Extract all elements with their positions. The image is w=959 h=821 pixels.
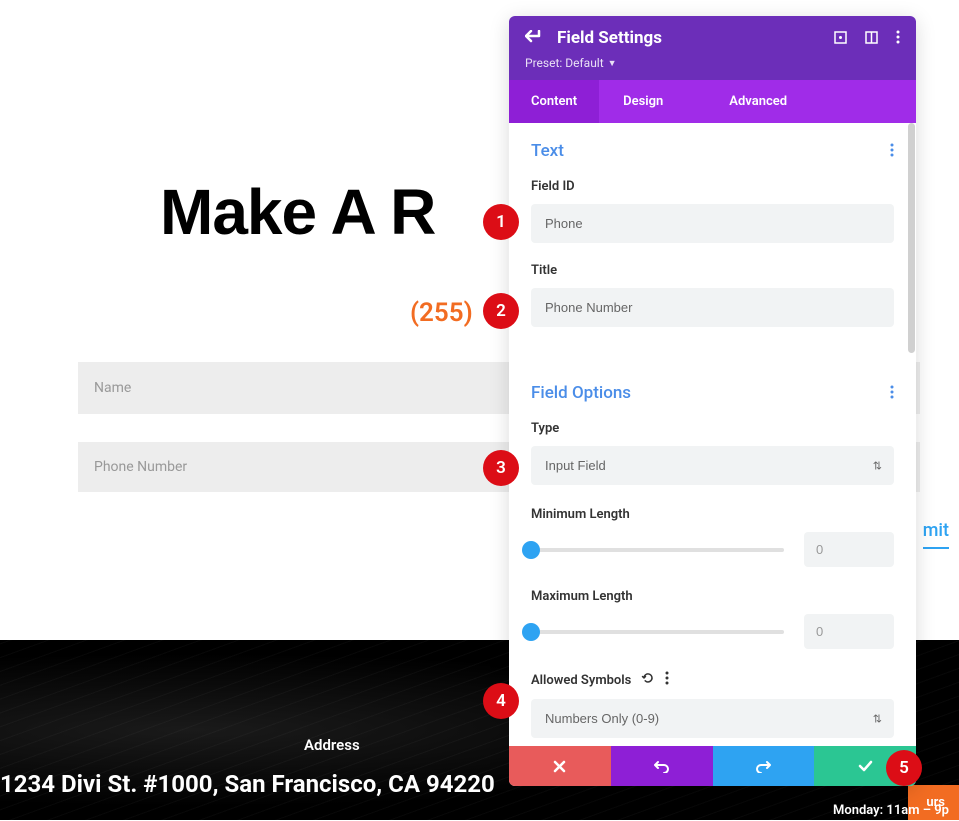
more-icon[interactable]: [896, 29, 900, 48]
panel-title: Field Settings: [557, 28, 820, 48]
max-length-value[interactable]: [804, 614, 894, 649]
section-field-options: Field Options Type ⇅ Minimum Length Maxi…: [509, 361, 916, 746]
panel-footer: [509, 746, 916, 786]
reset-icon[interactable]: [641, 671, 655, 689]
field-id-input[interactable]: [531, 204, 894, 243]
type-label: Type: [531, 421, 894, 436]
tab-advanced[interactable]: Advanced: [705, 80, 811, 123]
scrollbar[interactable]: [908, 123, 915, 353]
undo-button[interactable]: [611, 746, 713, 786]
title-label: Title: [531, 263, 894, 278]
section-text: Text Field ID Title: [509, 123, 916, 361]
address-label: Address: [304, 736, 360, 754]
panel-tabs: Content Design Advanced: [509, 80, 916, 123]
annotation-1: 1: [483, 204, 519, 240]
allowed-symbols-label: Allowed Symbols: [531, 673, 631, 688]
preset-selector[interactable]: Preset: Default ▼: [525, 56, 900, 70]
tab-design[interactable]: Design: [599, 80, 687, 123]
section-more-icon-2[interactable]: [890, 384, 894, 403]
phone-placeholder: Phone Number: [94, 459, 187, 475]
back-icon[interactable]: [525, 29, 543, 48]
settings-panel: Field Settings Preset: Default ▼ Content…: [509, 16, 916, 786]
section-title-text: Text: [531, 141, 564, 161]
annotation-3: 3: [483, 450, 519, 486]
hours-text: Monday: 11am – 9p: [833, 803, 949, 818]
annotation-2: 2: [483, 293, 519, 329]
expand-icon[interactable]: [834, 29, 847, 48]
preset-label: Preset: Default: [525, 56, 604, 70]
chevron-down-icon: ▼: [608, 58, 617, 69]
submit-button[interactable]: mit: [923, 520, 949, 549]
annotation-5: 5: [886, 750, 922, 786]
title-input[interactable]: [531, 288, 894, 327]
address-text: 1234 Divi St. #1000, San Francisco, CA 9…: [0, 770, 495, 798]
annotation-4: 4: [483, 683, 519, 719]
max-length-slider[interactable]: [531, 630, 784, 634]
max-length-label: Maximum Length: [531, 589, 894, 604]
slider-knob-2[interactable]: [522, 623, 540, 641]
section-more-icon[interactable]: [890, 142, 894, 161]
panel-header: Field Settings Preset: Default ▼: [509, 16, 916, 80]
type-select[interactable]: [531, 446, 894, 485]
cancel-button[interactable]: [509, 746, 611, 786]
layout-icon[interactable]: [865, 29, 878, 48]
field-more-icon[interactable]: [665, 671, 669, 689]
name-placeholder: Name: [94, 380, 131, 396]
redo-button[interactable]: [713, 746, 815, 786]
slider-knob[interactable]: [522, 541, 540, 559]
min-length-value[interactable]: [804, 532, 894, 567]
allowed-symbols-select[interactable]: [531, 699, 894, 738]
panel-body: Text Field ID Title Field Options Type ⇅…: [509, 123, 916, 746]
min-length-slider[interactable]: [531, 548, 784, 552]
section-title-options: Field Options: [531, 383, 631, 403]
tab-content[interactable]: Content: [509, 80, 599, 123]
field-id-label: Field ID: [531, 179, 894, 194]
hero-phone: (255): [410, 298, 473, 328]
hero-title: Make A R: [160, 175, 435, 249]
min-length-label: Minimum Length: [531, 507, 894, 522]
